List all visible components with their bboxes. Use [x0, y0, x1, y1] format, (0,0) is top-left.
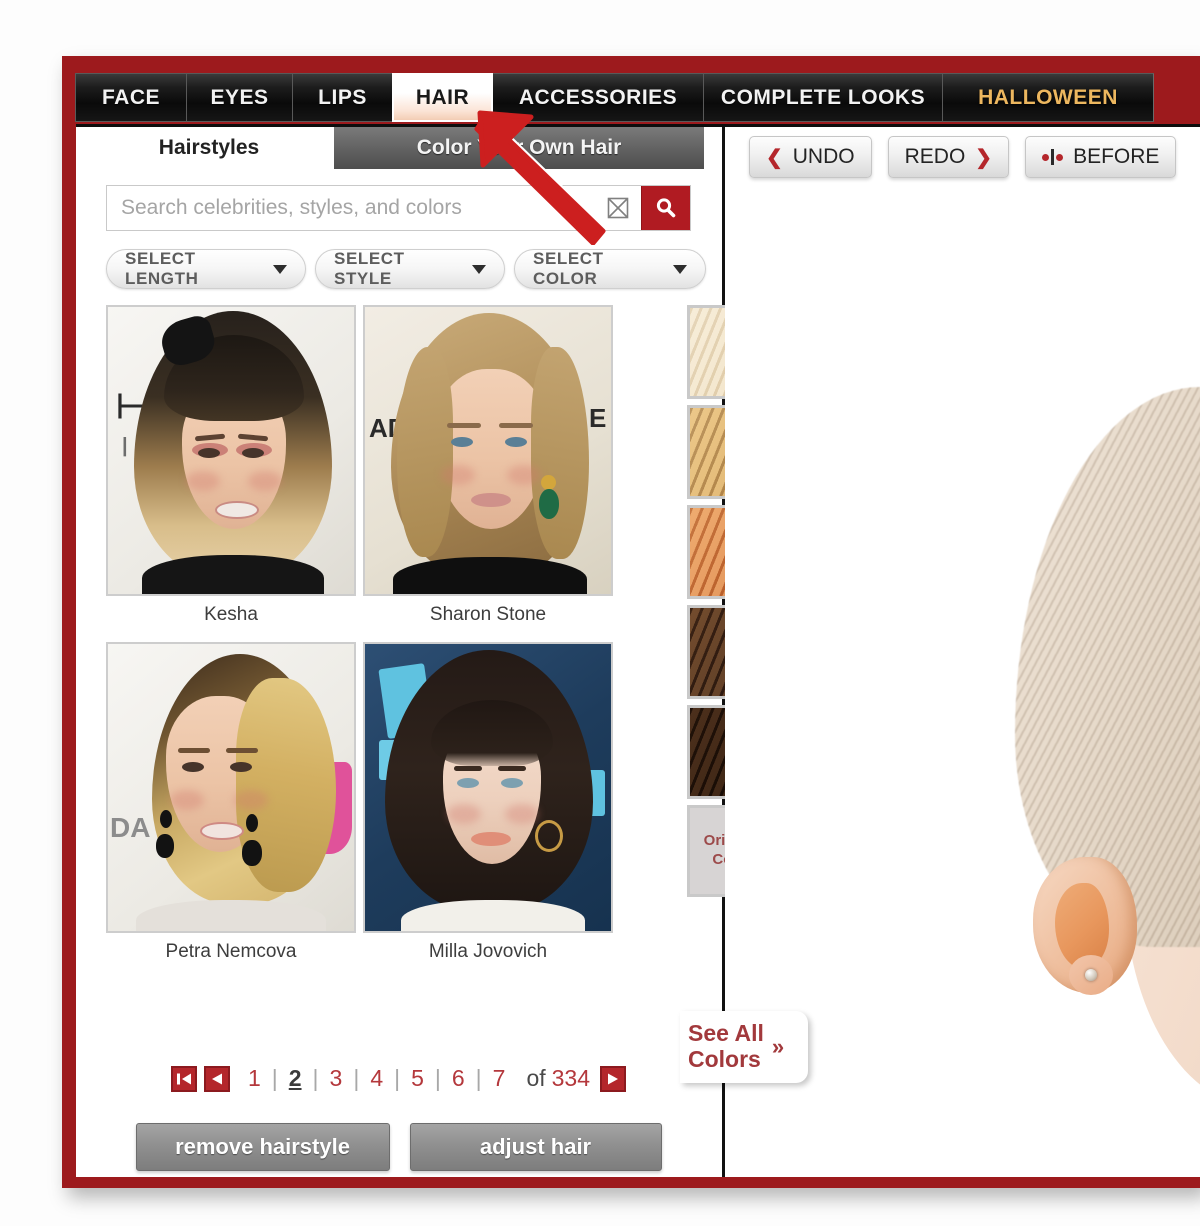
- hairstyle-name: Petra Nemcova: [165, 941, 297, 962]
- previous-page-icon: [211, 1073, 222, 1084]
- next-page-button[interactable]: [600, 1065, 627, 1092]
- nav-tab-eyes-label: EYES: [210, 85, 269, 109]
- nav-tab-accessories[interactable]: ACCESSORIES: [492, 73, 704, 122]
- page-link-4[interactable]: 4: [359, 1065, 394, 1092]
- nav-tab-halloween[interactable]: HALLOWEEN: [942, 73, 1154, 122]
- page-link-3[interactable]: 3: [319, 1065, 354, 1092]
- screenshot-root: FACE EYES LIPS HAIR ACCESSORIES COMPLETE…: [0, 0, 1200, 1226]
- portrait-image: DA a: [108, 644, 354, 931]
- nav-tab-face-label: FACE: [101, 85, 160, 109]
- next-page-icon: [608, 1073, 619, 1084]
- undo-label: UNDO: [792, 145, 855, 168]
- select-length-label: SELECT LENGTH: [125, 249, 199, 288]
- previous-page-button[interactable]: [203, 1065, 230, 1092]
- subject-photo[interactable]: [975, 387, 1200, 1107]
- nav-tab-halloween-label: HALLOWEEN: [978, 85, 1118, 109]
- filter-row: SELECT LENGTH SELECT STYLE SELECT COLOR: [106, 249, 706, 289]
- hairstyle-thumbnail-petra-nemcova[interactable]: DA a: [106, 642, 356, 933]
- page-of-label: of: [526, 1065, 546, 1091]
- select-color-dropdown[interactable]: SELECT COLOR: [514, 249, 706, 289]
- page-link-2-current[interactable]: 2: [278, 1065, 313, 1092]
- pagination: 1 | 2 | 3 | 4 | 5 | 6 | 7 of 334: [106, 1065, 691, 1092]
- main-navigation: FACE EYES LIPS HAIR ACCESSORIES COMPLETE…: [75, 73, 1160, 122]
- chevron-down-icon: [472, 264, 486, 274]
- nav-tab-hair-label: HAIR: [415, 85, 470, 109]
- page-link-1[interactable]: 1: [237, 1065, 272, 1092]
- subject-earring-stud: [1085, 969, 1097, 981]
- hairstyle-grid-row: ⊢ | Kesha AD E Sharon Stone: [106, 305, 618, 636]
- subtab-hairstyles[interactable]: Hairstyles: [84, 127, 334, 169]
- nav-tab-hair[interactable]: HAIR: [392, 73, 493, 122]
- search-button[interactable]: [641, 186, 690, 230]
- hairstyle-grid: ⊢ | Kesha AD E Sharon Stone DA Petra Nem…: [106, 305, 618, 979]
- adjust-hair-button[interactable]: adjust hair: [409, 1123, 662, 1171]
- preview-toolbar: ❮ UNDO REDO ❯ BEFORE: [749, 135, 1177, 179]
- see-all-colors-text: See All Colors: [688, 1020, 764, 1073]
- hairstyle-thumbnail-sharon-stone[interactable]: AD E: [363, 305, 613, 596]
- page-link-6[interactable]: 6: [441, 1065, 476, 1092]
- hairstyle-name: Sharon Stone: [429, 604, 547, 625]
- before-after-icon: [1042, 149, 1064, 165]
- subtab-color-your-own-hair-label: Color Your Own Hair: [416, 136, 622, 159]
- panel-actions: remove hairstyle adjust hair: [106, 1123, 691, 1171]
- select-style-label: SELECT STYLE: [334, 249, 405, 288]
- portrait-image: ⊢ |: [108, 307, 354, 594]
- panel-subtabs: Hairstyles Color Your Own Hair: [84, 127, 722, 169]
- app-content: Hairstyles Color Your Own Hair Search ce…: [76, 124, 1200, 1177]
- subject-ear: [1033, 857, 1137, 995]
- chevron-right-icon: ❯: [975, 146, 993, 169]
- page-link-7[interactable]: 7: [482, 1065, 517, 1092]
- nav-tab-face[interactable]: FACE: [75, 73, 187, 122]
- hairstyle-name: Milla Jovovich: [428, 941, 548, 962]
- page-link-5[interactable]: 5: [400, 1065, 435, 1092]
- select-length-dropdown[interactable]: SELECT LENGTH: [106, 249, 306, 289]
- chevron-down-icon: [673, 264, 687, 274]
- see-all-colors-line2: Colors: [688, 1046, 761, 1072]
- select-style-dropdown[interactable]: SELECT STYLE: [315, 249, 505, 289]
- nav-tab-complete-looks[interactable]: COMPLETE LOOKS: [703, 73, 943, 122]
- application-frame: FACE EYES LIPS HAIR ACCESSORIES COMPLETE…: [62, 56, 1200, 1188]
- chevron-down-icon: [273, 264, 287, 274]
- hairstyle-card: AD E Sharon Stone: [363, 305, 613, 636]
- remove-hairstyle-label: remove hairstyle: [175, 1134, 350, 1159]
- redo-label: REDO: [904, 145, 966, 168]
- hairstyle-card: ⊢ | Kesha: [106, 305, 356, 636]
- search-bar: [106, 185, 691, 231]
- hairstyle-card: DA a: [106, 642, 356, 973]
- hairstyle-thumbnail-milla-jovovich[interactable]: [363, 642, 613, 933]
- hairstyle-name: Kesha: [204, 604, 258, 625]
- adjust-hair-label: adjust hair: [479, 1134, 592, 1159]
- nav-tab-lips[interactable]: LIPS: [292, 73, 393, 122]
- portrait-image: AD E: [365, 307, 611, 594]
- first-page-button[interactable]: [170, 1065, 197, 1092]
- see-all-colors-line1: See All: [688, 1020, 764, 1047]
- remove-hairstyle-button[interactable]: remove hairstyle: [135, 1123, 390, 1171]
- first-page-icon: [176, 1073, 191, 1084]
- nav-tab-accessories-label: ACCESSORIES: [518, 85, 678, 109]
- subtab-hairstyles-label: Hairstyles: [158, 136, 260, 159]
- see-all-colors-button[interactable]: See All Colors »: [680, 1011, 808, 1083]
- hairstyle-grid-row: DA a: [106, 642, 618, 973]
- double-chevron-right-icon: »: [771, 1034, 785, 1059]
- nav-tab-complete-looks-label: COMPLETE LOOKS: [720, 85, 926, 109]
- redo-button[interactable]: REDO ❯: [887, 136, 1010, 178]
- chevron-left-icon: ❮: [766, 146, 783, 169]
- portrait-image: [365, 644, 611, 931]
- hairstyle-thumbnail-kesha[interactable]: ⊢ |: [106, 305, 356, 596]
- clear-search-icon[interactable]: [595, 186, 641, 230]
- search-input[interactable]: [107, 186, 595, 230]
- nav-tab-lips-label: LIPS: [318, 85, 367, 109]
- nav-tab-eyes[interactable]: EYES: [186, 73, 293, 122]
- undo-button[interactable]: ❮ UNDO: [749, 136, 872, 178]
- select-color-label: SELECT COLOR: [533, 249, 604, 288]
- before-button[interactable]: BEFORE: [1025, 136, 1177, 178]
- hairstyles-panel: Hairstyles Color Your Own Hair Search ce…: [76, 127, 808, 1177]
- page-total-count: 334: [551, 1065, 591, 1091]
- subtab-color-your-own-hair[interactable]: Color Your Own Hair: [334, 127, 704, 169]
- hairstyle-card: Milla Jovovich: [363, 642, 613, 973]
- before-label: BEFORE: [1073, 145, 1160, 168]
- magnifier-icon: [656, 198, 676, 218]
